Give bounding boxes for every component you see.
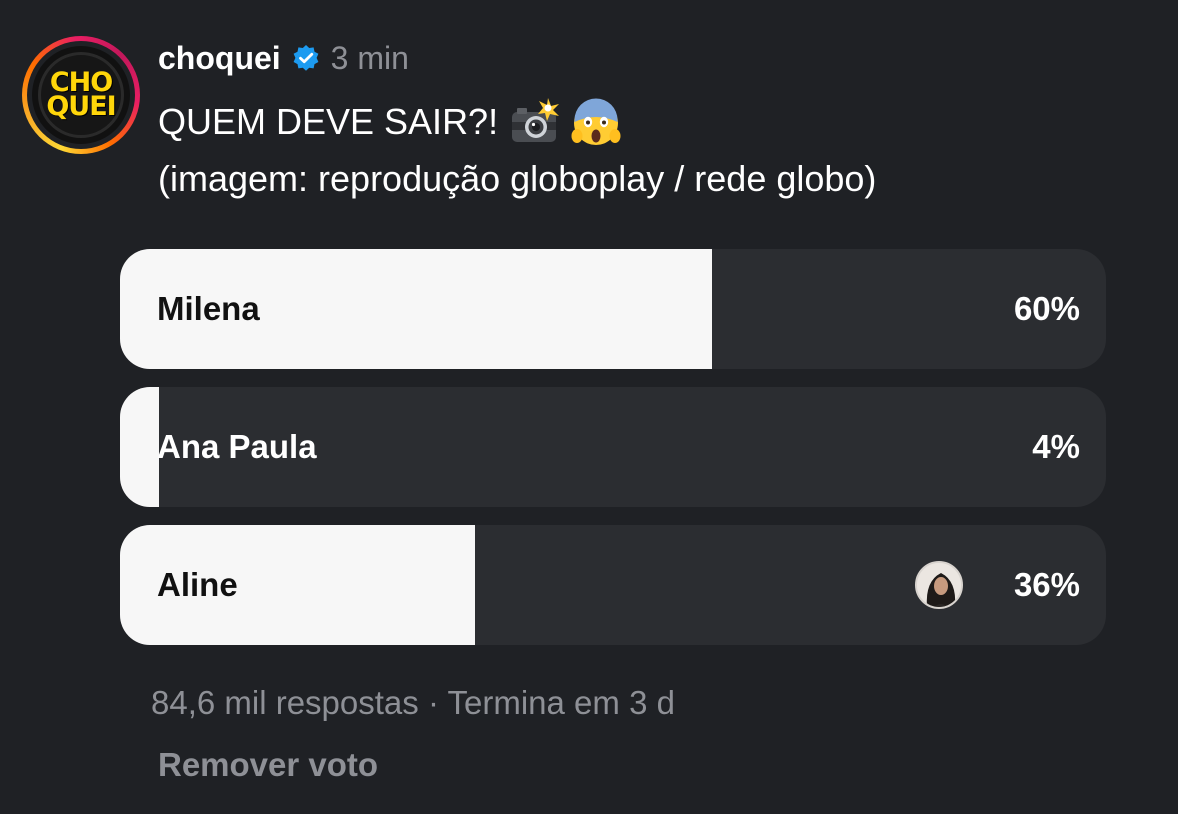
remove-vote-button[interactable]: Remover voto — [158, 746, 378, 784]
poll-option-percent: 36% — [1013, 566, 1080, 603]
profile-avatar[interactable]: CHO QUEI — [22, 36, 140, 154]
poll-option-percent: 60% — [1013, 290, 1080, 327]
poll-option-percent: 4% — [1032, 428, 1080, 465]
voter-avatar — [915, 561, 963, 609]
camera-with-flash-icon — [512, 98, 560, 142]
poll-option-ana-paula[interactable]: Ana Paula 4% — [120, 387, 1106, 507]
post-title-text: QUEM DEVE SAIR?! — [158, 101, 499, 142]
post-text-line-2: (imagem: reprodução globoplay / rede glo… — [158, 158, 877, 199]
person-avatar-icon — [917, 563, 961, 607]
poll-fill-bar — [120, 387, 160, 507]
poll-option-label: Aline — [157, 566, 238, 603]
poll-meta: 84,6 mil respostas · Termina em 3 d — [151, 684, 675, 721]
username[interactable]: choquei — [158, 40, 281, 77]
poll-option-aline[interactable]: Aline 36% — [120, 525, 1106, 645]
post-text-line-1: QUEM DEVE SAIR?! — [158, 96, 622, 148]
screaming-face-icon — [571, 98, 621, 145]
poll: Milena 60% Ana Paula 4% Aline 36% — [120, 249, 1106, 663]
poll-option-label: Milena — [157, 290, 260, 327]
post-header: choquei 3 min — [158, 40, 409, 77]
thread-post: CHO QUEI choquei 3 min QUEM DEVE SAIR?! — [0, 0, 1178, 814]
choquei-logo: CHO QUEI — [38, 52, 124, 138]
poll-option-milena[interactable]: Milena 60% — [120, 249, 1106, 369]
post-timestamp: 3 min — [330, 40, 409, 76]
poll-option-label: Ana Paula — [157, 428, 317, 465]
verified-badge-icon — [293, 44, 319, 71]
logo-text-bottom: QUEI — [46, 91, 116, 122]
